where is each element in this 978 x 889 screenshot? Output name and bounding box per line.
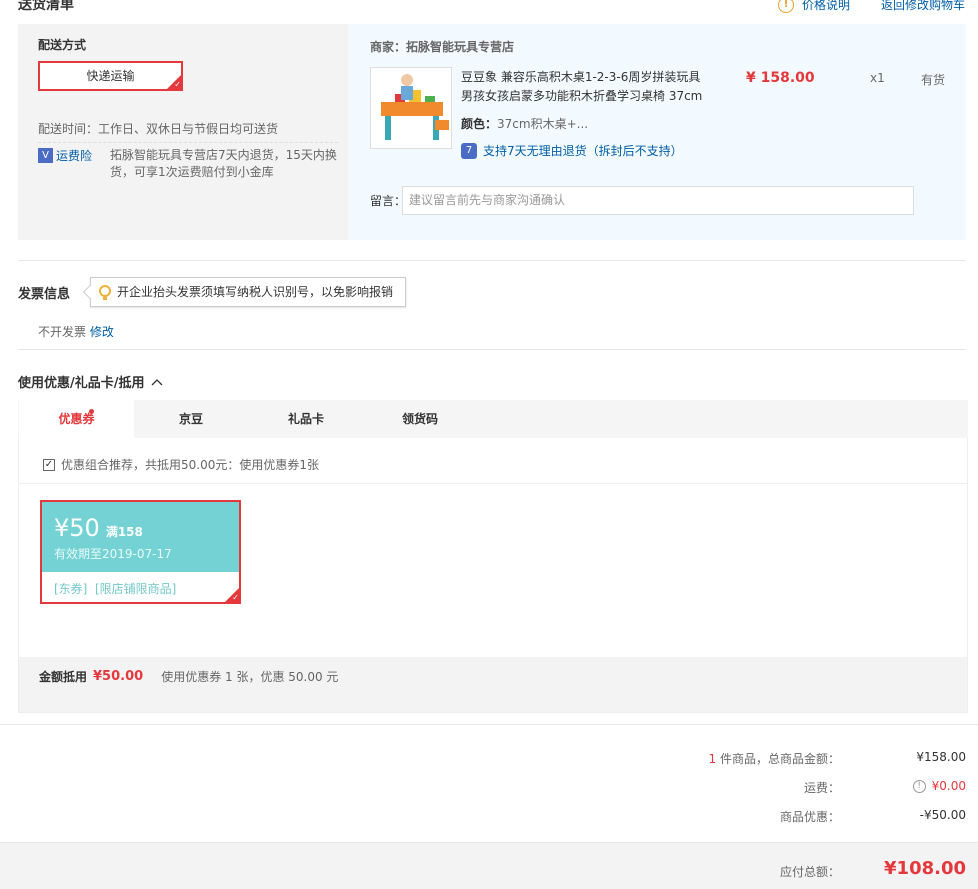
freight-insurance-text: 拓脉智能玩具专营店7天内退货，15天内换 货，可享1次运费赔付到小金库: [110, 148, 337, 179]
recommend-option[interactable]: ✓ 优惠组合推荐，共抵用50.00元：使用优惠券1张: [43, 456, 319, 473]
product-image[interactable]: [370, 67, 452, 149]
coupon-tags: [东券] [限店铺限商品]: [54, 582, 177, 596]
subtotal: ¥158.00: [916, 750, 966, 764]
divider: [18, 260, 966, 261]
promo-value: -¥50.00: [919, 808, 966, 822]
coupon-amount: ¥50: [54, 514, 100, 542]
coupon-condition: 满158: [105, 525, 143, 539]
return-policy: 7 支持7天无理由退货（拆封后不支持）: [461, 142, 683, 159]
tab-gift-card[interactable]: 礼品卡: [251, 400, 361, 438]
section-title: 送货清单: [18, 0, 74, 13]
delivery-time: 配送时间：工作日、双休日与节假日均可送货: [38, 122, 279, 136]
product-photo-icon: [371, 68, 451, 148]
divider: [0, 724, 978, 725]
discount-summary: 金额抵用 ¥50.00 使用优惠券 1 张，优惠 50.00 元: [19, 657, 967, 712]
product-title-link[interactable]: 豆豆象 兼容乐高积木桌1-2-3-6周岁拼装玩具 男孩女孩启蒙多功能积木折叠学习…: [461, 68, 711, 106]
freight-value: ! ¥0.00: [860, 779, 966, 793]
freight-label: 运费：: [803, 781, 840, 795]
coupon-card[interactable]: ¥50 满158 有效期至2019-07-17 [东券] [限店铺限商品]: [40, 500, 241, 604]
invoice-status: 不开发票 修改: [38, 325, 114, 339]
grand-total: ¥108.00: [884, 858, 966, 879]
lightbulb-icon: [99, 285, 111, 300]
grand-total-label: 应付总额：: [779, 865, 840, 879]
express-shipping-button[interactable]: 快递运输: [38, 61, 183, 91]
divider: [19, 483, 967, 484]
recommend-checkbox[interactable]: ✓: [43, 458, 55, 471]
freight-insurance-link[interactable]: V 运费险: [38, 147, 92, 164]
chevron-up-icon: [151, 378, 162, 385]
shipping-method-label: 配送方式: [38, 38, 87, 52]
message-input[interactable]: 建议留言前先与商家沟通确认: [402, 186, 914, 215]
invoice-title: 发票信息: [18, 287, 71, 302]
seven-day-return-icon: 7: [461, 142, 477, 159]
divider: [38, 142, 338, 143]
invoice-tip: 开企业抬头发票须填写纳税人识别号，以免影响报销: [82, 277, 407, 307]
tab-coupon[interactable]: 优惠券: [19, 400, 134, 438]
discount-toggle[interactable]: 使用优惠/礼品卡/抵用: [18, 372, 163, 391]
notification-dot: [89, 409, 94, 414]
message-label: 留言：: [370, 194, 407, 208]
shield-icon: V: [38, 148, 53, 163]
invoice-edit-link[interactable]: 修改: [90, 325, 114, 339]
product-price: ¥ 158.00: [746, 70, 815, 86]
item-count-label: 1 件商品，总商品金额：: [708, 752, 840, 766]
tab-claim-code[interactable]: 领货码: [365, 400, 475, 438]
merchant-name: 商家：拓脉智能玩具专营店: [370, 40, 515, 54]
warning-icon: !: [778, 0, 794, 13]
product-color: 颜色：37cm积木桌+...: [461, 117, 589, 131]
info-icon[interactable]: !: [912, 779, 926, 793]
selected-check-icon: [225, 588, 239, 603]
discount-amount: ¥50.00: [93, 669, 144, 684]
divider: [18, 349, 966, 350]
tab-jingdou[interactable]: 京豆: [136, 400, 246, 438]
promo-label: 商品优惠：: [779, 810, 840, 824]
back-to-cart-link[interactable]: 返回修改购物车: [881, 0, 965, 13]
selected-check-icon: [167, 75, 181, 90]
price-note-link[interactable]: ! 价格说明: [778, 0, 850, 13]
discount-tabs: 优惠券 京豆 礼品卡 领货码: [18, 400, 968, 438]
stock-status: 有货: [921, 73, 946, 87]
coupon-expiry: 有效期至2019-07-17: [54, 547, 172, 561]
product-quantity: x1: [870, 71, 885, 85]
